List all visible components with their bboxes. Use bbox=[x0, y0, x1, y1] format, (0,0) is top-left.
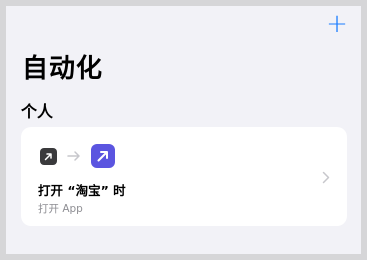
section-title-personal: 个人 bbox=[21, 102, 54, 121]
automation-subtitle: 打开 App bbox=[38, 203, 83, 215]
arrow-right-icon bbox=[67, 150, 81, 162]
automation-title: 打开 “淘宝” 时 bbox=[38, 183, 126, 198]
automation-screen: + 自动化 个人 打开 “淘宝” 时 打开 App bbox=[6, 6, 361, 254]
open-app-icon bbox=[40, 147, 57, 165]
automation-icons bbox=[40, 144, 115, 168]
add-automation-button[interactable]: + bbox=[326, 11, 348, 37]
page-title: 自动化 bbox=[22, 54, 104, 84]
automation-card[interactable]: 打开 “淘宝” 时 打开 App bbox=[21, 127, 347, 226]
open-app-shortcut-icon bbox=[91, 144, 115, 168]
chevron-right-icon bbox=[322, 171, 330, 184]
